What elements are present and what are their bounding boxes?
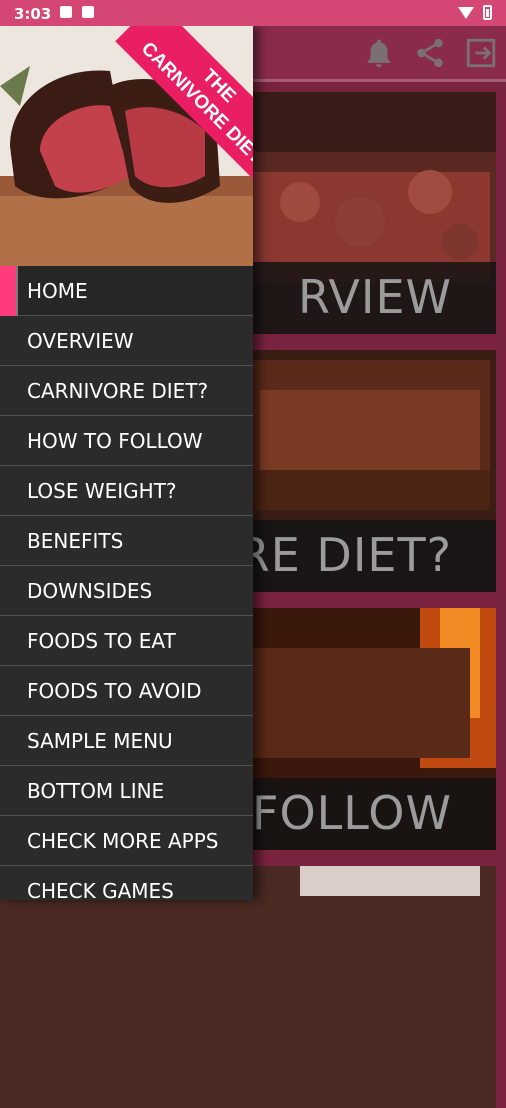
menu-item-carnivore-diet[interactable]: CARNIVORE DIET? (0, 366, 253, 416)
drawer-menu: HOME OVERVIEW CARNIVORE DIET? HOW TO FOL… (0, 266, 253, 900)
food-photo (0, 866, 496, 1108)
gallery-icon (60, 6, 72, 18)
card-next[interactable] (0, 866, 496, 1108)
exit-icon[interactable] (464, 36, 498, 70)
navigation-drawer: THE CARNIVORE DIET HOME OVERVIEW CARNIVO… (0, 26, 253, 900)
menu-item-bottom-line[interactable]: BOTTOM LINE (0, 766, 253, 816)
menu-item-lose-weight[interactable]: LOSE WEIGHT? (0, 466, 253, 516)
menu-item-home[interactable]: HOME (0, 266, 253, 316)
menu-item-check-games[interactable]: CHECK GAMES (0, 866, 253, 900)
menu-item-foods-to-eat[interactable]: FOODS TO EAT (0, 616, 253, 666)
menu-item-downsides[interactable]: DOWNSIDES (0, 566, 253, 616)
card-caption: FOLLOW (252, 786, 452, 840)
menu-item-sample-menu[interactable]: SAMPLE MENU (0, 716, 253, 766)
wifi-icon (458, 7, 474, 19)
drawer-header: THE CARNIVORE DIET (0, 26, 253, 266)
status-time: 3:03 (14, 5, 52, 23)
menu-item-check-more-apps[interactable]: CHECK MORE APPS (0, 816, 253, 866)
menu-item-foods-to-avoid[interactable]: FOODS TO AVOID (0, 666, 253, 716)
notification-icon (82, 6, 94, 18)
bell-icon[interactable] (362, 36, 396, 70)
menu-item-how-to-follow[interactable]: HOW TO FOLLOW (0, 416, 253, 466)
share-icon[interactable] (413, 36, 447, 70)
status-bar: 3:03 (0, 0, 506, 26)
card-caption: RVIEW (297, 270, 452, 324)
battery-icon (483, 5, 492, 20)
menu-item-overview[interactable]: OVERVIEW (0, 316, 253, 366)
menu-item-benefits[interactable]: BENEFITS (0, 516, 253, 566)
